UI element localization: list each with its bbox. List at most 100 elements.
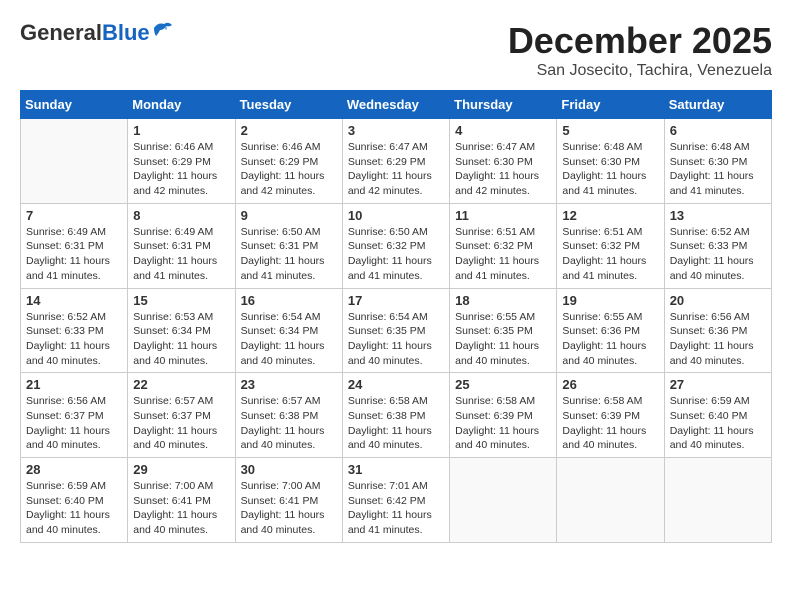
calendar-day-cell: 4 Sunrise: 6:47 AMSunset: 6:30 PMDaylight… <box>450 119 557 204</box>
calendar-day-cell <box>664 458 771 543</box>
day-number: 15 <box>133 293 229 308</box>
day-number: 16 <box>241 293 337 308</box>
day-info: Sunrise: 6:51 AMSunset: 6:32 PMDaylight:… <box>455 225 551 284</box>
day-number: 10 <box>348 208 444 223</box>
calendar-day-cell: 21 Sunrise: 6:56 AMSunset: 6:37 PMDayligh… <box>21 373 128 458</box>
day-info: Sunrise: 6:57 AMSunset: 6:38 PMDaylight:… <box>241 394 337 453</box>
day-info: Sunrise: 6:48 AMSunset: 6:30 PMDaylight:… <box>670 140 766 199</box>
day-info: Sunrise: 6:47 AMSunset: 6:30 PMDaylight:… <box>455 140 551 199</box>
day-info: Sunrise: 6:58 AMSunset: 6:39 PMDaylight:… <box>562 394 658 453</box>
calendar-day-cell: 2Sunrise: 6:46 AMSunset: 6:29 PMDaylight… <box>235 119 342 204</box>
day-number: 6 <box>670 123 766 138</box>
calendar-day-cell: 26 Sunrise: 6:58 AMSunset: 6:39 PMDayligh… <box>557 373 664 458</box>
calendar-day-cell: 28 Sunrise: 6:59 AMSunset: 6:40 PMDayligh… <box>21 458 128 543</box>
day-info: Sunrise: 6:50 AMSunset: 6:31 PMDaylight:… <box>241 225 337 284</box>
day-info: Sunrise: 6:52 AMSunset: 6:33 PMDaylight:… <box>670 225 766 284</box>
calendar-header-row: SundayMondayTuesdayWednesdayThursdayFrid… <box>21 91 772 119</box>
day-info: Sunrise: 6:51 AMSunset: 6:32 PMDaylight:… <box>562 225 658 284</box>
day-number: 3 <box>348 123 444 138</box>
calendar-day-cell: 16 Sunrise: 6:54 AMSunset: 6:34 PMDayligh… <box>235 288 342 373</box>
calendar-week-row: 1 Sunrise: 6:46 AMSunset: 6:29 PMDaylight… <box>21 119 772 204</box>
day-info: Sunrise: 6:50 AMSunset: 6:32 PMDaylight:… <box>348 225 444 284</box>
calendar-day-header: Wednesday <box>342 91 449 119</box>
day-number: 19 <box>562 293 658 308</box>
day-info: Sunrise: 6:55 AMSunset: 6:35 PMDaylight:… <box>455 310 551 369</box>
day-number: 29 <box>133 462 229 477</box>
day-info: Sunrise: 6:58 AMSunset: 6:38 PMDaylight:… <box>348 394 444 453</box>
calendar-day-cell <box>21 119 128 204</box>
logo: GeneralBlue <box>20 20 174 45</box>
day-number: 31 <box>348 462 444 477</box>
calendar-day-cell: 12 Sunrise: 6:51 AMSunset: 6:32 PMDayligh… <box>557 203 664 288</box>
calendar-day-cell: 30 Sunrise: 7:00 AMSunset: 6:41 PMDayligh… <box>235 458 342 543</box>
day-number: 27 <box>670 377 766 392</box>
day-number: 18 <box>455 293 551 308</box>
calendar-table: SundayMondayTuesdayWednesdayThursdayFrid… <box>20 90 772 543</box>
day-number: 23 <box>241 377 337 392</box>
day-info: Sunrise: 6:59 AMSunset: 6:40 PMDaylight:… <box>26 479 122 538</box>
day-info: Sunrise: 6:53 AMSunset: 6:34 PMDaylight:… <box>133 310 229 369</box>
day-number: 17 <box>348 293 444 308</box>
page-header: GeneralBlue December 2025 San Josecito, … <box>20 20 772 80</box>
calendar-day-cell: 27 Sunrise: 6:59 AMSunset: 6:40 PMDayligh… <box>664 373 771 458</box>
calendar-day-cell: 1 Sunrise: 6:46 AMSunset: 6:29 PMDaylight… <box>128 119 235 204</box>
calendar-day-cell: 25Sunrise: 6:58 AMSunset: 6:39 PMDayligh… <box>450 373 557 458</box>
calendar-week-row: 7 Sunrise: 6:49 AMSunset: 6:31 PMDaylight… <box>21 203 772 288</box>
day-info: Sunrise: 7:00 AMSunset: 6:41 PMDaylight:… <box>133 479 229 538</box>
day-number: 13 <box>670 208 766 223</box>
bird-icon <box>152 20 174 45</box>
calendar-day-cell: 23 Sunrise: 6:57 AMSunset: 6:38 PMDayligh… <box>235 373 342 458</box>
day-number: 8 <box>133 208 229 223</box>
day-info: Sunrise: 6:49 AMSunset: 6:31 PMDaylight:… <box>133 225 229 284</box>
calendar-day-header: Tuesday <box>235 91 342 119</box>
day-info: Sunrise: 6:56 AMSunset: 6:36 PMDaylight:… <box>670 310 766 369</box>
day-info: Sunrise: 6:56 AMSunset: 6:37 PMDaylight:… <box>26 394 122 453</box>
day-number: 14 <box>26 293 122 308</box>
calendar-day-cell: 13 Sunrise: 6:52 AMSunset: 6:33 PMDayligh… <box>664 203 771 288</box>
day-number: 20 <box>670 293 766 308</box>
day-info: Sunrise: 6:46 AMSunset: 6:29 PMDaylight:… <box>133 140 229 199</box>
calendar-day-header: Sunday <box>21 91 128 119</box>
calendar-day-cell: 31 Sunrise: 7:01 AMSunset: 6:42 PMDayligh… <box>342 458 449 543</box>
day-number: 11 <box>455 208 551 223</box>
day-info: Sunrise: 6:54 AMSunset: 6:35 PMDaylight:… <box>348 310 444 369</box>
calendar-day-header: Monday <box>128 91 235 119</box>
calendar-day-cell: 17 Sunrise: 6:54 AMSunset: 6:35 PMDayligh… <box>342 288 449 373</box>
day-number: 7 <box>26 208 122 223</box>
calendar-day-cell: 14 Sunrise: 6:52 AMSunset: 6:33 PMDayligh… <box>21 288 128 373</box>
calendar-day-cell: 6 Sunrise: 6:48 AMSunset: 6:30 PMDaylight… <box>664 119 771 204</box>
calendar-day-cell: 3Sunrise: 6:47 AMSunset: 6:29 PMDaylight… <box>342 119 449 204</box>
calendar-day-cell: 29 Sunrise: 7:00 AMSunset: 6:41 PMDayligh… <box>128 458 235 543</box>
calendar-day-cell <box>557 458 664 543</box>
calendar-day-cell: 7 Sunrise: 6:49 AMSunset: 6:31 PMDaylight… <box>21 203 128 288</box>
day-info: Sunrise: 6:54 AMSunset: 6:34 PMDaylight:… <box>241 310 337 369</box>
day-info: Sunrise: 6:59 AMSunset: 6:40 PMDaylight:… <box>670 394 766 453</box>
calendar-day-cell <box>450 458 557 543</box>
calendar-week-row: 21 Sunrise: 6:56 AMSunset: 6:37 PMDayligh… <box>21 373 772 458</box>
day-number: 22 <box>133 377 229 392</box>
day-number: 12 <box>562 208 658 223</box>
main-title: December 2025 <box>508 20 772 62</box>
day-number: 1 <box>133 123 229 138</box>
day-info: Sunrise: 6:52 AMSunset: 6:33 PMDaylight:… <box>26 310 122 369</box>
day-number: 30 <box>241 462 337 477</box>
calendar-day-cell: 22Sunrise: 6:57 AMSunset: 6:37 PMDayligh… <box>128 373 235 458</box>
day-number: 24 <box>348 377 444 392</box>
calendar-day-cell: 11 Sunrise: 6:51 AMSunset: 6:32 PMDayligh… <box>450 203 557 288</box>
calendar-day-header: Friday <box>557 91 664 119</box>
day-number: 28 <box>26 462 122 477</box>
day-number: 26 <box>562 377 658 392</box>
day-number: 25 <box>455 377 551 392</box>
day-info: Sunrise: 7:00 AMSunset: 6:41 PMDaylight:… <box>241 479 337 538</box>
day-info: Sunrise: 6:49 AMSunset: 6:31 PMDaylight:… <box>26 225 122 284</box>
calendar-day-cell: 24 Sunrise: 6:58 AMSunset: 6:38 PMDayligh… <box>342 373 449 458</box>
day-number: 4 <box>455 123 551 138</box>
calendar-week-row: 14 Sunrise: 6:52 AMSunset: 6:33 PMDayligh… <box>21 288 772 373</box>
calendar-day-cell: 10 Sunrise: 6:50 AMSunset: 6:32 PMDayligh… <box>342 203 449 288</box>
logo-general-text: General <box>20 20 102 45</box>
day-info: Sunrise: 7:01 AMSunset: 6:42 PMDaylight:… <box>348 479 444 538</box>
calendar-day-cell: 15 Sunrise: 6:53 AMSunset: 6:34 PMDayligh… <box>128 288 235 373</box>
calendar-day-header: Saturday <box>664 91 771 119</box>
day-number: 21 <box>26 377 122 392</box>
calendar-day-cell: 18 Sunrise: 6:55 AMSunset: 6:35 PMDayligh… <box>450 288 557 373</box>
